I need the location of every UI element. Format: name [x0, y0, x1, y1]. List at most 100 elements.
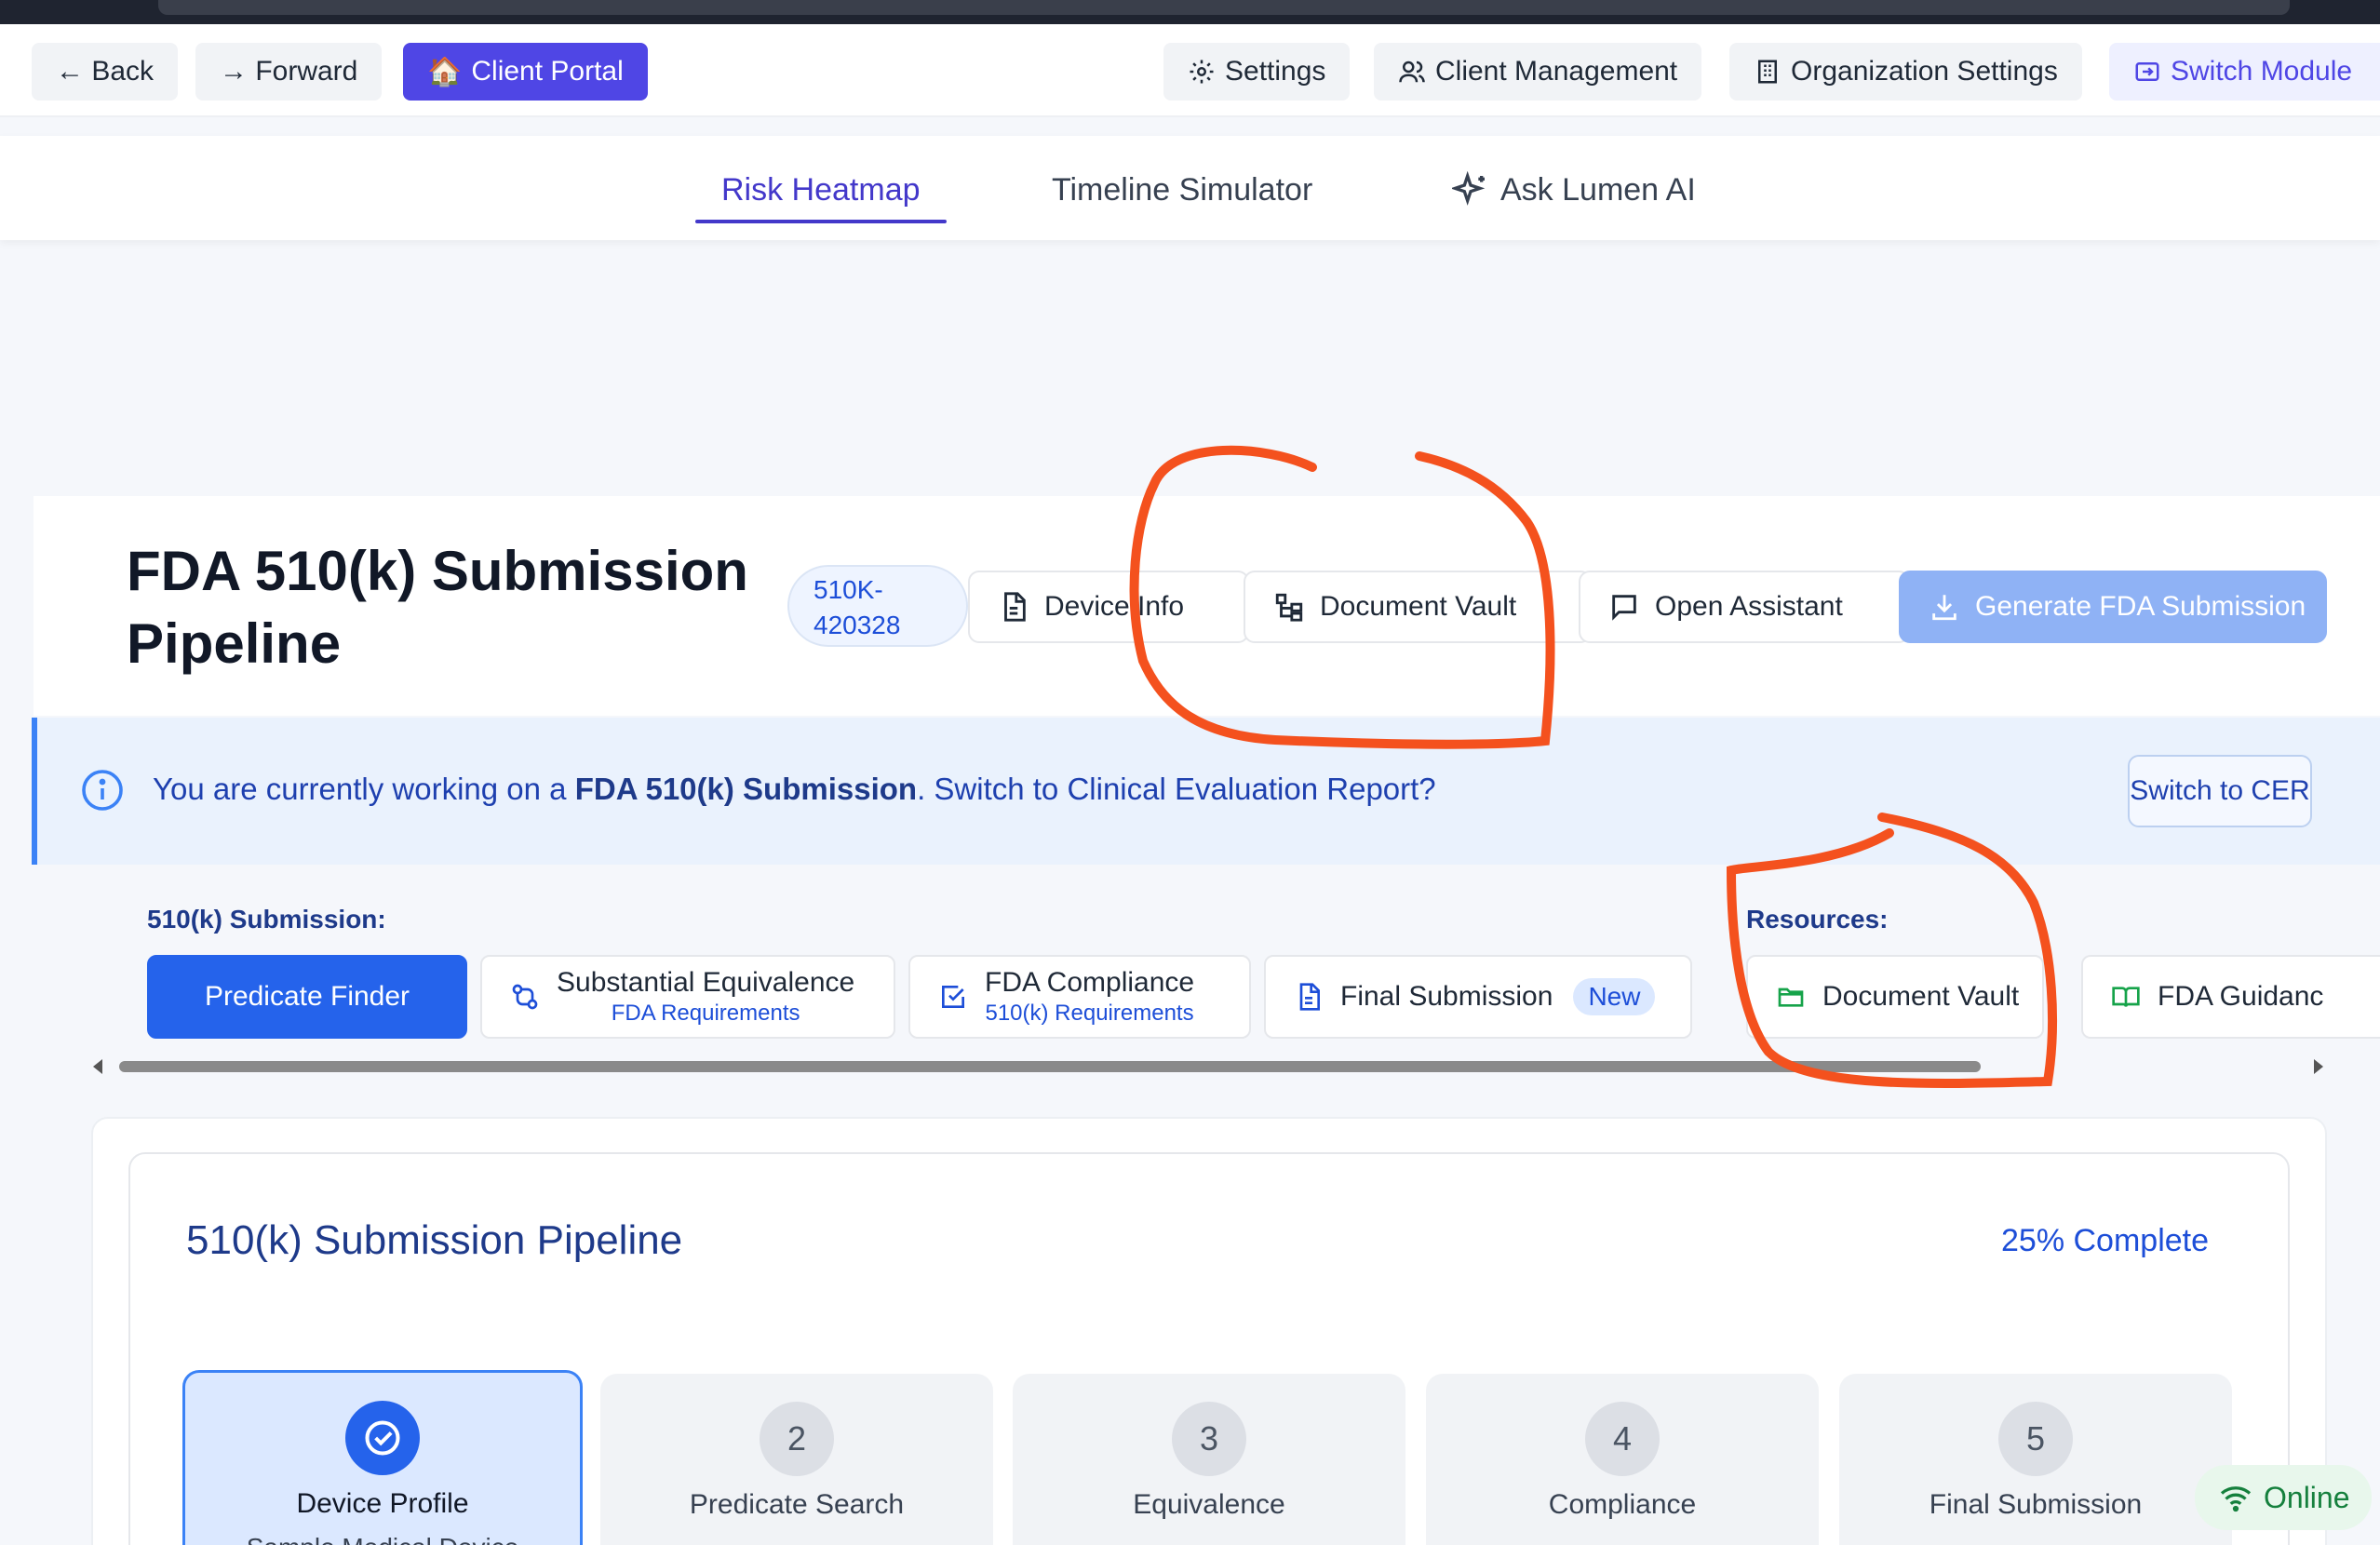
- online-status-badge: Online: [2195, 1465, 2372, 1530]
- tab-timeline-simulator-label: Timeline Simulator: [1052, 171, 1313, 208]
- tab-ask-lumen-label: Ask Lumen AI: [1500, 171, 1696, 208]
- git-compare-icon: [512, 984, 538, 1010]
- step-number: 4: [1585, 1402, 1660, 1476]
- tab-bar: Risk Heatmap Timeline Simulator Ask Lume…: [0, 136, 2380, 240]
- horizontal-scrollbar[interactable]: [93, 1059, 2323, 1074]
- forward-button[interactable]: → Forward: [195, 43, 383, 101]
- submission-header: FDA 510(k) Submission Pipeline 510K- 420…: [34, 496, 2380, 716]
- step-sublabel: Sample Medical Device: [185, 1533, 580, 1545]
- new-badge: New: [1573, 978, 1656, 1015]
- forward-label: → Forward: [220, 56, 358, 87]
- switch-icon: [2135, 62, 2159, 81]
- submission-id-line2: 420328: [814, 611, 901, 639]
- step-number: 3: [1172, 1402, 1246, 1476]
- step-label: Predicate Search: [689, 1489, 905, 1520]
- open-assistant-button[interactable]: Open Assistant: [1579, 571, 1910, 643]
- banner-suffix: . Switch to Clinical Evaluation Report?: [917, 772, 1436, 806]
- substantial-equivalence-sub: FDA Requirements: [611, 1001, 800, 1026]
- step-number: 2: [760, 1402, 834, 1476]
- settings-label: Settings: [1225, 56, 1326, 87]
- substantial-equivalence-button[interactable]: Substantial Equivalence FDA Requirements: [480, 955, 895, 1039]
- info-icon: [82, 770, 123, 811]
- document-vault-header-label: Document Vault: [1320, 591, 1517, 622]
- pipeline-title: 510(k) Submission Pipeline: [186, 1217, 683, 1263]
- organization-settings-button[interactable]: Organization Settings: [1729, 43, 2082, 101]
- document-vault-resource-label: Document Vault: [1822, 981, 2020, 1012]
- browser-chrome: [0, 0, 2380, 24]
- final-submission-label: Final Submission: [1340, 981, 1553, 1012]
- file-text-icon: [1299, 983, 1320, 1011]
- back-button[interactable]: ← Back: [32, 43, 179, 101]
- banner-bold: FDA 510(k) Submission: [574, 772, 918, 806]
- open-assistant-label: Open Assistant: [1655, 591, 1843, 622]
- device-info-label: Device Info: [1044, 591, 1185, 622]
- submission-section-label: 510(k) Submission:: [147, 905, 386, 934]
- scroll-right-arrow[interactable]: [2314, 1059, 2323, 1074]
- switch-to-cer-label: Switch to CER: [2130, 775, 2310, 806]
- step-label: Compliance: [1548, 1489, 1697, 1520]
- tab-timeline-simulator[interactable]: Timeline Simulator: [1052, 164, 1312, 216]
- step-complete-indicator: [345, 1401, 420, 1475]
- step-equivalence[interactable]: 3 Equivalence: [1013, 1374, 1405, 1545]
- check-square-icon: [942, 986, 964, 1008]
- step-label: Equivalence: [1133, 1489, 1285, 1520]
- step-compliance[interactable]: 4 Compliance: [1426, 1374, 1819, 1545]
- submission-id-line1: 510K-: [814, 575, 883, 604]
- final-submission-button[interactable]: Final Submission New: [1264, 955, 1692, 1039]
- pipeline-progress: 25% Complete: [2001, 1223, 2210, 1258]
- tab-risk-heatmap[interactable]: Risk Heatmap: [695, 164, 946, 223]
- check-circle-icon: [365, 1420, 400, 1456]
- client-portal-button[interactable]: 🏠 Client Portal: [403, 43, 648, 101]
- client-management-button[interactable]: Client Management: [1374, 43, 1702, 101]
- tab-ask-lumen-ai[interactable]: Ask Lumen AI: [1452, 164, 1696, 216]
- banner-message: You are currently working on a FDA 510(k…: [153, 772, 1436, 807]
- fda-compliance-button[interactable]: FDA Compliance 510(k) Requirements: [908, 955, 1251, 1039]
- building-icon: [1758, 60, 1777, 84]
- back-label: ← Back: [56, 56, 155, 87]
- switch-to-cer-button[interactable]: Switch to CER: [2128, 755, 2312, 827]
- step-final-submission[interactable]: 5 Final Submission: [1839, 1374, 2232, 1545]
- download-icon: [1932, 595, 1956, 621]
- top-navigation: ← Back → Forward 🏠 Client Portal Setting…: [0, 24, 2380, 117]
- folder-open-icon: [1778, 987, 1804, 1007]
- step-label: Final Submission: [1929, 1489, 2143, 1520]
- banner-prefix: You are currently working on a: [153, 772, 575, 806]
- message-square-icon: [1612, 595, 1636, 621]
- predicate-finder-button[interactable]: Predicate Finder: [147, 955, 467, 1039]
- switch-module-label: Switch Module: [2171, 56, 2353, 87]
- scroll-thumb[interactable]: [119, 1061, 1981, 1072]
- predicate-finder-label: Predicate Finder: [204, 981, 410, 1012]
- resources-section-label: Resources:: [1746, 905, 1889, 934]
- gear-icon: [1190, 60, 1214, 84]
- submission-id-badge: 510K- 420328: [787, 565, 968, 647]
- sparkles-icon: [1452, 171, 1486, 206]
- address-bar[interactable]: [158, 0, 2290, 15]
- substantial-equivalence-label: Substantial Equivalence: [557, 967, 855, 998]
- book-open-icon: [2112, 987, 2140, 1007]
- online-label: Online: [2264, 1480, 2350, 1514]
- client-portal-label: Client Portal: [471, 56, 624, 87]
- document-vault-header-button[interactable]: Document Vault: [1244, 571, 1592, 643]
- info-banner: You are currently working on a FDA 510(k…: [32, 718, 2380, 865]
- fda-compliance-sub: 510(k) Requirements: [985, 1001, 1194, 1026]
- generate-fda-submission-button[interactable]: Generate FDA Submission: [1899, 571, 2327, 643]
- scroll-left-arrow[interactable]: [93, 1059, 102, 1074]
- step-number: 5: [1998, 1402, 2073, 1476]
- house-icon: 🏠: [427, 56, 463, 87]
- file-text-icon: [1004, 592, 1026, 622]
- client-management-label: Client Management: [1435, 56, 1678, 87]
- tab-risk-heatmap-label: Risk Heatmap: [721, 171, 921, 208]
- step-label: Device Profile: [296, 1488, 469, 1519]
- wifi-icon: [2220, 1486, 2252, 1512]
- document-vault-resource-button[interactable]: Document Vault: [1746, 955, 2044, 1039]
- fda-guidance-button[interactable]: FDA Guidanc: [2081, 955, 2380, 1039]
- device-info-button[interactable]: Device Info: [968, 571, 1249, 643]
- folder-tree-icon: [1275, 593, 1303, 622]
- settings-button[interactable]: Settings: [1163, 43, 1351, 101]
- step-device-profile[interactable]: Device Profile Sample Medical Device: [182, 1370, 583, 1545]
- switch-module-button[interactable]: Switch Module: [2109, 43, 2380, 101]
- step-predicate-search[interactable]: 2 Predicate Search: [600, 1374, 993, 1545]
- users-icon: [1399, 60, 1425, 83]
- organization-settings-label: Organization Settings: [1791, 56, 2058, 87]
- generate-label: Generate FDA Submission: [1975, 591, 2306, 622]
